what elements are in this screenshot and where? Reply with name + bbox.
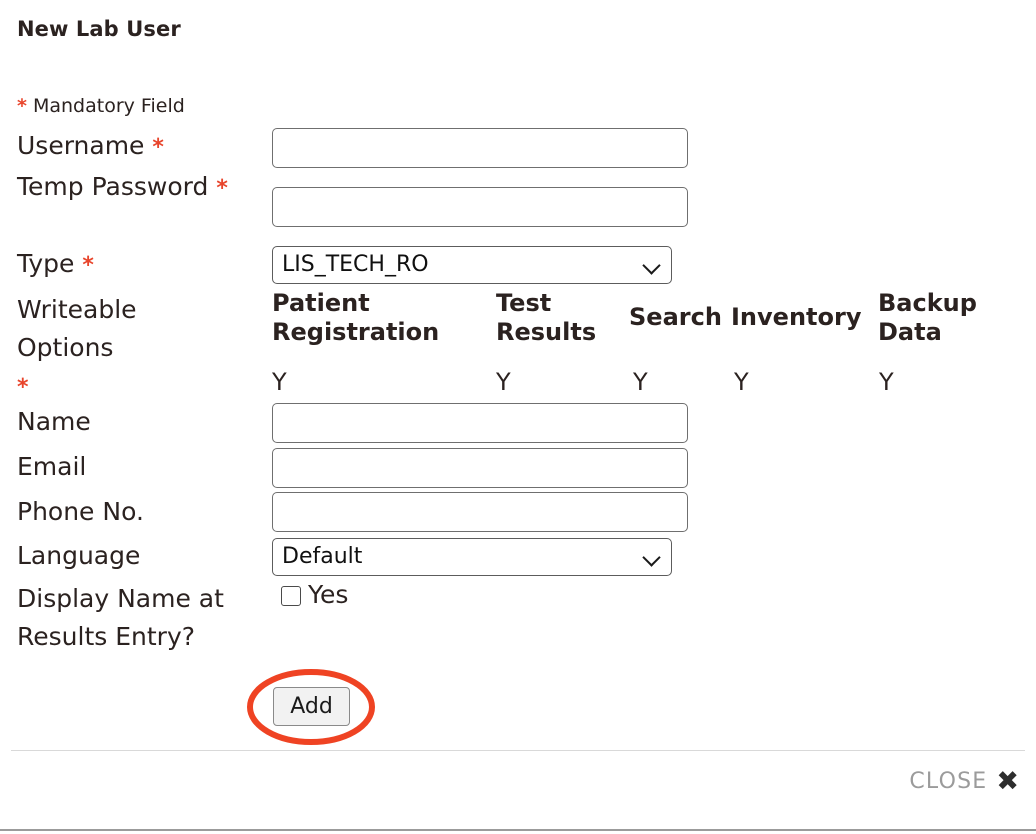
writeable-option-header-test-results: Test Results bbox=[496, 289, 626, 347]
display-name-yes-label: Yes bbox=[308, 580, 349, 609]
display-name-label: Display Name at Results Entry? bbox=[17, 584, 224, 651]
name-label: Name bbox=[17, 407, 91, 436]
required-asterisk: * bbox=[17, 95, 27, 117]
phone-label: Phone No. bbox=[17, 497, 144, 526]
close-icon: ✖ bbox=[996, 766, 1019, 797]
header-line2: Results bbox=[496, 318, 597, 346]
required-asterisk: * bbox=[152, 135, 164, 160]
footer-divider bbox=[11, 750, 1025, 751]
page-title: New Lab User bbox=[17, 17, 181, 41]
temp-password-label: Temp Password * bbox=[17, 174, 228, 200]
username-input[interactable] bbox=[272, 128, 688, 168]
name-input[interactable] bbox=[272, 403, 688, 443]
writeable-option-header-patient-registration: Patient Registration bbox=[272, 289, 472, 347]
writeable-option-value-test-results: Y bbox=[496, 368, 511, 396]
temp-password-label-text: Temp Password bbox=[17, 172, 209, 201]
temp-password-input[interactable] bbox=[272, 187, 688, 227]
writeable-option-value-inventory: Y bbox=[734, 368, 749, 396]
writeable-option-value-patient-registration: Y bbox=[272, 368, 287, 396]
close-button[interactable]: CLOSE ✖ bbox=[909, 768, 1019, 795]
header-line1: Inventory bbox=[731, 303, 862, 331]
writeable-option-header-search: Search bbox=[629, 303, 722, 332]
type-label: Type * bbox=[17, 251, 94, 277]
email-input[interactable] bbox=[272, 448, 688, 488]
language-label: Language bbox=[17, 541, 141, 570]
required-asterisk: * bbox=[216, 176, 228, 201]
writeable-options-label-line1: Writeable bbox=[17, 295, 137, 324]
username-label-text: Username bbox=[17, 131, 145, 160]
username-label: Username * bbox=[17, 133, 164, 159]
type-label-text: Type bbox=[17, 249, 75, 278]
bottom-border bbox=[0, 829, 1036, 831]
language-select[interactable]: Default bbox=[272, 538, 672, 576]
email-label: Email bbox=[17, 452, 87, 481]
header-line1: Test bbox=[496, 289, 552, 317]
type-select[interactable]: LIS_TECH_RO bbox=[272, 246, 672, 284]
header-line2: Registration bbox=[272, 318, 440, 346]
writeable-option-header-inventory: Inventory bbox=[731, 303, 861, 332]
required-asterisk: * bbox=[17, 375, 29, 400]
header-line1: Patient bbox=[272, 289, 370, 317]
display-name-checkbox[interactable] bbox=[281, 586, 301, 606]
add-button[interactable]: Add bbox=[273, 687, 350, 726]
required-asterisk: * bbox=[82, 253, 94, 278]
new-lab-user-dialog: New Lab User * Mandatory Field Username … bbox=[0, 0, 1036, 834]
writeable-options-label-line2: Options bbox=[17, 333, 114, 362]
phone-input[interactable] bbox=[272, 492, 688, 532]
close-button-label: CLOSE bbox=[909, 769, 988, 794]
writeable-option-value-backup-data: Y bbox=[879, 368, 894, 396]
writeable-option-header-backup-data: Backup Data bbox=[878, 289, 1008, 347]
header-line1: Backup bbox=[878, 289, 977, 317]
header-line2: Data bbox=[878, 318, 942, 346]
writeable-options-label: Writeable Options * bbox=[17, 291, 269, 407]
writeable-option-value-search: Y bbox=[633, 368, 648, 396]
mandatory-field-note-text: Mandatory Field bbox=[26, 95, 185, 117]
header-line1: Search bbox=[629, 303, 722, 331]
mandatory-field-note: * Mandatory Field bbox=[17, 95, 185, 117]
